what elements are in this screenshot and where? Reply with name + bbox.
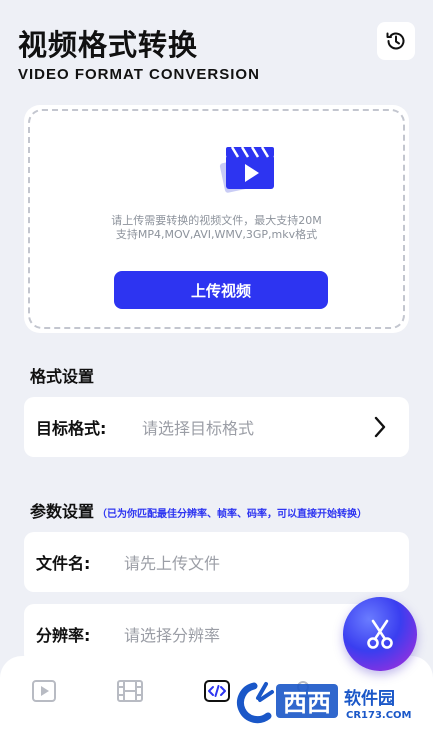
filename-row[interactable]: 文件名: 请先上传文件 (24, 532, 409, 592)
param-section-title: 参数设置 (30, 502, 95, 521)
page-title: 视频格式转换 (18, 28, 199, 62)
upload-video-button[interactable]: 上传视频 (114, 271, 328, 309)
tab-convert[interactable] (202, 676, 232, 706)
tab-video[interactable] (29, 676, 59, 706)
upload-dropzone[interactable]: 请上传需要转换的视频文件，最大支持20M 支持MP4,MOV,AVI,WMV,3… (28, 109, 405, 329)
film-strip-icon (117, 680, 143, 702)
format-section-heading: 格式设置 (30, 367, 95, 386)
history-button[interactable] (377, 22, 415, 60)
upload-hint-line2: 支持MP4,MOV,AVI,WMV,3GP,mkv格式 (115, 228, 318, 241)
upload-hint-line1: 请上传需要转换的视频文件，最大支持20M (111, 214, 322, 227)
page-subtitle: VIDEO FORMAT CONVERSION (18, 66, 260, 83)
scissors-icon (367, 619, 393, 649)
watermark-url-text: CR173.COM (346, 710, 412, 721)
watermark-main-text: 西西 (283, 689, 331, 717)
code-convert-icon (204, 680, 230, 702)
watermark-logo: 西西 软件园 CR173.COM (232, 680, 428, 724)
chevron-right-icon (374, 416, 386, 438)
resolution-value: 请选择分辨率 (124, 626, 221, 645)
resolution-label: 分辨率: (36, 626, 91, 645)
target-format-value: 请选择目标格式 (142, 419, 255, 438)
cut-fab-button[interactable] (343, 597, 417, 671)
param-section-heading: 参数设置 （已为你匹配最佳分辨率、帧率、码率，可以直接开始转换） (30, 498, 367, 522)
target-format-row[interactable]: 目标格式: 请选择目标格式 (24, 397, 409, 457)
clock-history-icon (386, 32, 405, 50)
upload-card[interactable]: 请上传需要转换的视频文件，最大支持20M 支持MP4,MOV,AVI,WMV,3… (24, 105, 409, 333)
tab-film[interactable] (115, 676, 145, 706)
filename-value: 请先上传文件 (124, 554, 221, 573)
param-section-note: （已为你匹配最佳分辨率、帧率、码率，可以直接开始转换） (97, 509, 368, 520)
upload-hint: 请上传需要转换的视频文件，最大支持20M 支持MP4,MOV,AVI,WMV,3… (30, 214, 403, 242)
video-clapperboard-icon (219, 146, 274, 193)
video-play-icon (32, 680, 56, 702)
target-format-label: 目标格式: (36, 419, 107, 438)
watermark-logo-graphic: 西西 软件园 CR173.COM (237, 682, 412, 724)
watermark-sub-text: 软件园 (344, 688, 395, 709)
filename-label: 文件名: (36, 554, 91, 573)
